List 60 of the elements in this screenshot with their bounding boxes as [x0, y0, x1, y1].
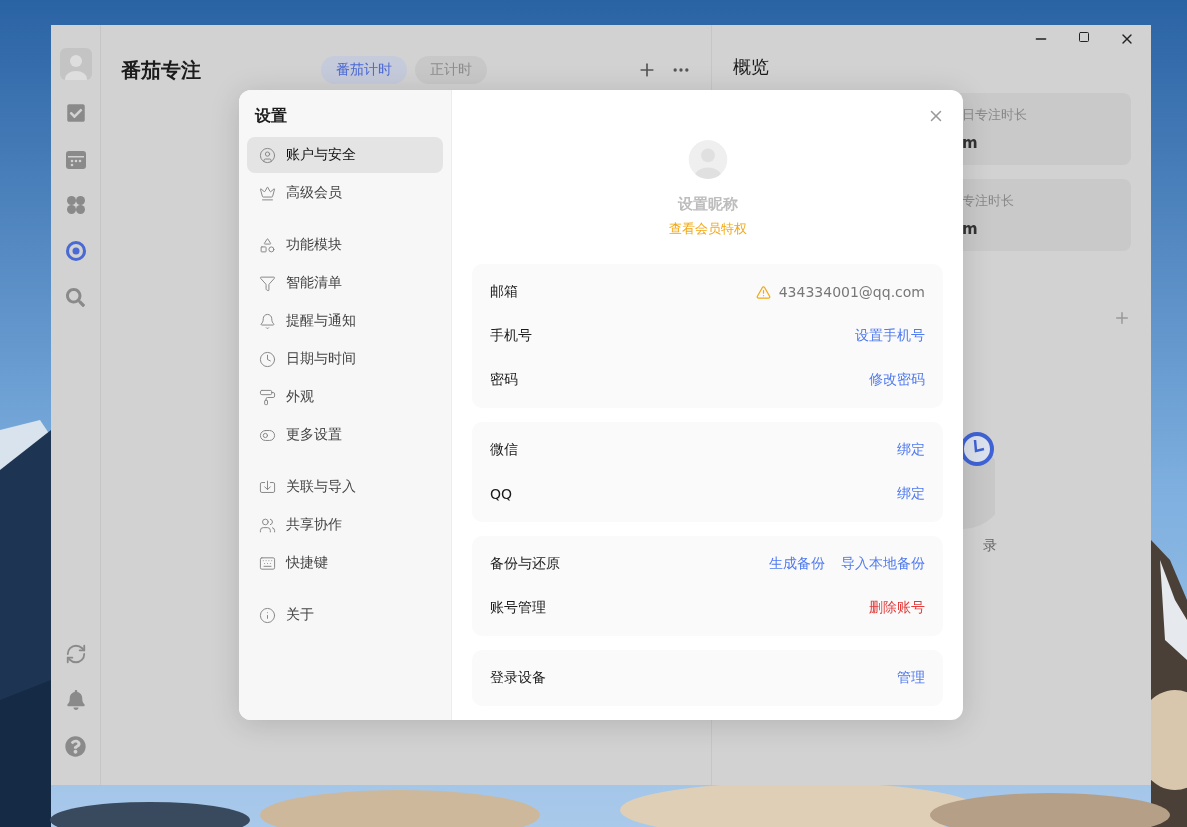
warning-icon — [755, 284, 771, 300]
action-link[interactable]: 绑定 — [897, 441, 925, 459]
add-icon[interactable] — [1113, 309, 1131, 327]
action-link[interactable]: 绑定 — [897, 485, 925, 503]
action-link[interactable]: 修改密码 — [869, 371, 925, 389]
settings-nav-item[interactable]: 关联与导入 — [247, 469, 443, 505]
settings-nav-item[interactable]: 功能模块 — [247, 227, 443, 263]
empty-text: 录 — [983, 537, 998, 555]
row-label: 账号管理 — [490, 599, 546, 617]
funnel-icon — [259, 274, 276, 292]
petals-icon — [65, 195, 86, 215]
row-label: 登录设备 — [490, 669, 546, 687]
action-link[interactable]: 设置手机号 — [855, 327, 925, 345]
row-label: 密码 — [490, 371, 518, 389]
checkbox-icon — [65, 103, 86, 123]
stat-value: m — [962, 134, 979, 152]
users-icon — [259, 516, 276, 534]
dialog-title: 设置 — [255, 106, 288, 127]
action-link[interactable]: 管理 — [897, 669, 925, 687]
settings-nav-item[interactable]: 快捷键 — [247, 545, 443, 581]
user-icon — [259, 146, 276, 164]
settings-nav-item[interactable]: 更多设置 — [247, 417, 443, 453]
overview-title: 概览 — [733, 55, 770, 79]
settings-nav-item[interactable]: 日期与时间 — [247, 341, 443, 377]
row-label: QQ — [490, 486, 513, 502]
target-icon — [64, 240, 87, 262]
bell-icon — [259, 312, 276, 330]
calendar-icon — [65, 149, 86, 169]
settings-nav-item[interactable]: 外观 — [247, 379, 443, 415]
page-title: 番茄专注 — [121, 56, 202, 84]
bell-icon — [65, 690, 86, 710]
help-icon — [65, 735, 86, 757]
settings-nav-item[interactable]: 账户与安全 — [247, 137, 443, 173]
delete-link[interactable]: 删除账号 — [869, 599, 925, 617]
row-label: 备份与还原 — [490, 555, 560, 573]
settings-nav-item[interactable]: 高级会员 — [247, 175, 443, 211]
avatar[interactable] — [59, 48, 92, 80]
shapes-icon — [259, 236, 276, 254]
keyboard-icon — [259, 554, 276, 572]
row-label: 邮箱 — [490, 283, 518, 301]
settings-nav-item[interactable]: 提醒与通知 — [247, 303, 443, 339]
sync-icon — [64, 643, 87, 665]
row-label: 手机号 — [490, 327, 532, 345]
settings-nav-item[interactable]: 智能清单 — [247, 265, 443, 301]
settings-nav-item[interactable]: 共享协作 — [247, 507, 443, 543]
maximize-icon[interactable] — [1078, 31, 1090, 43]
action-link[interactable]: 导入本地备份 — [841, 555, 925, 573]
settings-nav-item[interactable]: 关于 — [247, 597, 443, 633]
action-link[interactable]: 生成备份 — [769, 555, 825, 573]
search-icon — [66, 287, 85, 307]
stat-value: m — [962, 220, 979, 238]
stat-label: 日专注时长 — [962, 106, 1028, 124]
email-text: 434334001@qq.com — [778, 284, 925, 300]
info-icon — [259, 606, 276, 624]
import-icon — [259, 478, 276, 496]
clock-icon — [259, 350, 276, 368]
paint-roller-icon — [259, 388, 276, 406]
row-label: 微信 — [490, 441, 518, 459]
crown-icon — [259, 184, 276, 202]
stat-label: 专注时长 — [962, 192, 1015, 210]
